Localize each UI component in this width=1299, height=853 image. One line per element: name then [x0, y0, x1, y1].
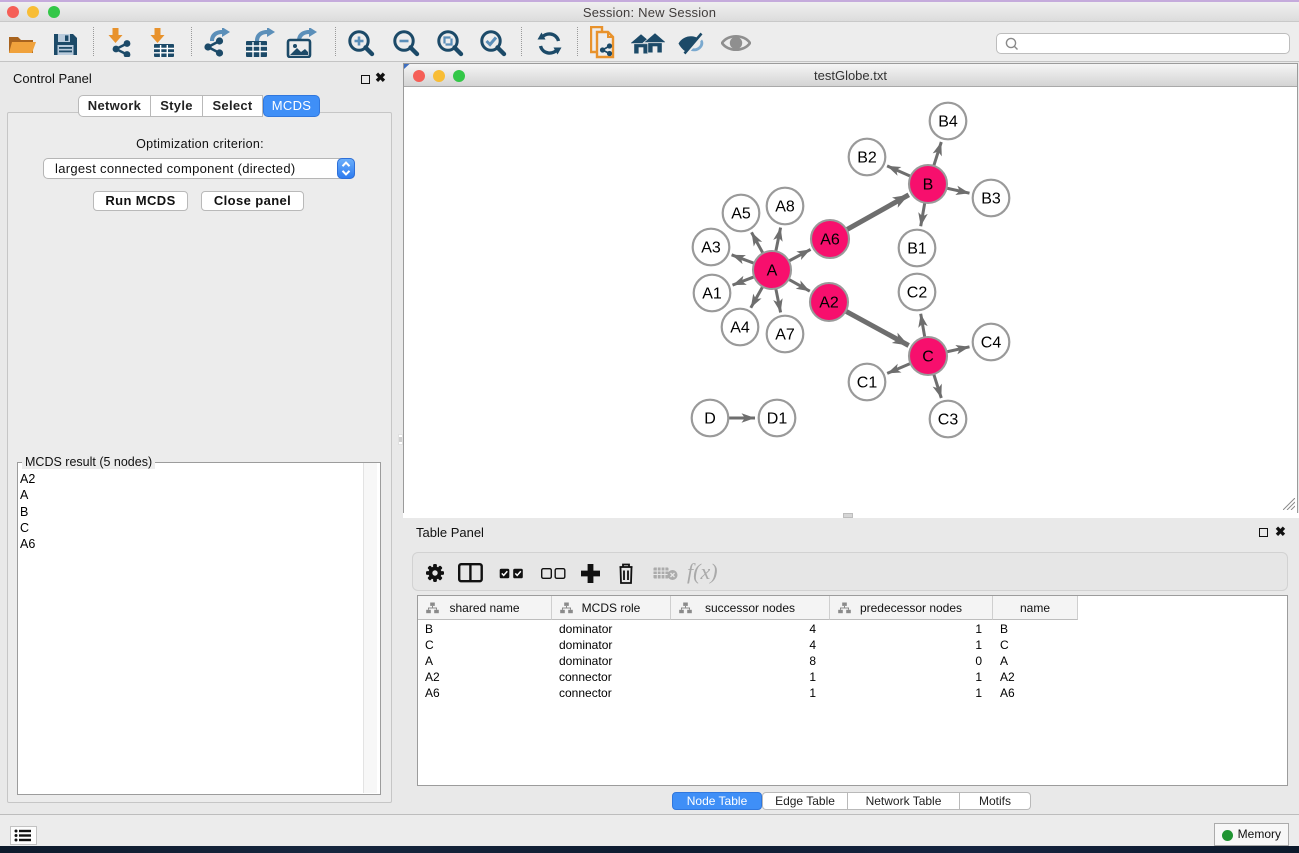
svg-text:C3: C3 — [938, 412, 959, 429]
svg-text:A3: A3 — [701, 240, 721, 257]
svg-text:C: C — [922, 349, 934, 366]
svg-text:D1: D1 — [767, 411, 788, 428]
svg-text:B2: B2 — [857, 150, 877, 167]
svg-text:A2: A2 — [819, 295, 839, 312]
svg-text:A6: A6 — [820, 232, 840, 249]
svg-text:A8: A8 — [775, 199, 795, 216]
svg-text:B1: B1 — [907, 241, 927, 258]
svg-text:A1: A1 — [702, 286, 722, 303]
svg-text:B3: B3 — [981, 191, 1001, 208]
svg-text:A4: A4 — [730, 320, 750, 337]
svg-text:A: A — [767, 263, 778, 280]
svg-text:A7: A7 — [775, 327, 795, 344]
svg-text:A5: A5 — [731, 206, 751, 223]
svg-text:B: B — [923, 177, 934, 194]
svg-text:C2: C2 — [907, 285, 928, 302]
svg-text:B4: B4 — [938, 114, 958, 131]
svg-text:C1: C1 — [857, 375, 878, 392]
svg-text:C4: C4 — [981, 335, 1002, 352]
svg-text:D: D — [704, 411, 716, 428]
